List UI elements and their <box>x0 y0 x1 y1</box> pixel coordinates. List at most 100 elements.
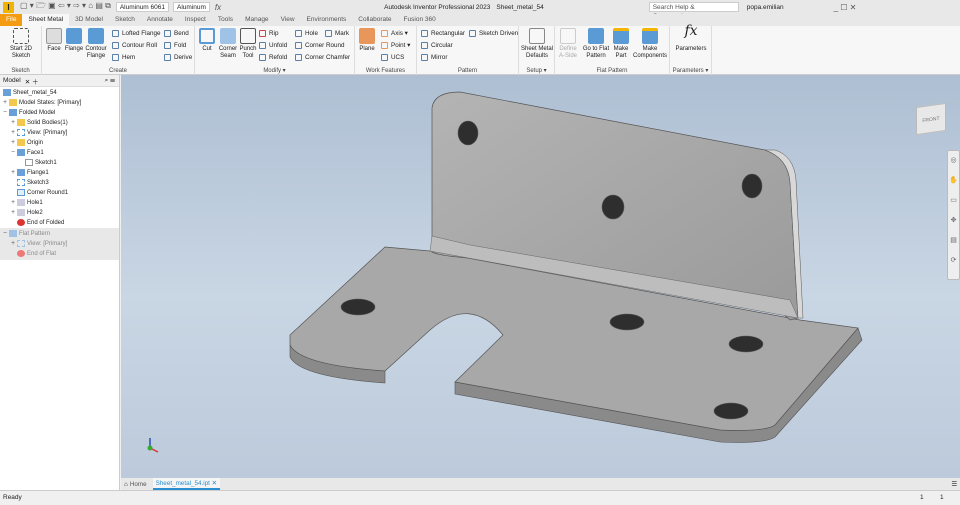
home-icon[interactable]: ⌂ <box>124 481 128 488</box>
inventor-logo[interactable]: I <box>3 1 14 13</box>
ucs-button[interactable]: UCS <box>381 54 404 61</box>
ucs-icon <box>381 54 388 61</box>
define-a-side-icon <box>560 28 576 44</box>
tree-node-face1[interactable]: − Face1 <box>11 149 44 156</box>
hole-icon <box>17 199 25 206</box>
tree-node-view[interactable]: + View: [Primary] <box>11 129 67 136</box>
sketch-driven-button[interactable]: Sketch Driven <box>469 30 518 37</box>
viewcube[interactable]: FRONT <box>916 102 946 136</box>
rectangular-pattern-button[interactable]: Rectangular <box>421 30 465 37</box>
tree-node-root[interactable]: Sheet_metal_54 <box>3 89 57 96</box>
hole <box>609 313 645 331</box>
refold-button[interactable]: Refold <box>259 54 287 61</box>
derive-button[interactable]: Derive <box>164 54 192 61</box>
tree-node-sketch3[interactable]: Sketch3 <box>17 179 49 186</box>
graphics-viewport[interactable]: FRONT ◎ ✋ ▭ ✥ ▤ ⟳ <box>121 75 960 478</box>
circular-pattern-button[interactable]: Circular <box>421 42 453 49</box>
tab-model[interactable]: Model <box>3 77 21 84</box>
tab-fusion-360[interactable]: Fusion 360 <box>398 14 442 26</box>
tree-node-flat-pattern[interactable]: − Flat Pattern <box>3 230 50 237</box>
make-components-button[interactable]: Make Components <box>631 28 669 60</box>
mirror-button[interactable]: Mirror <box>421 54 447 61</box>
tab-document[interactable]: Sheet_metal_54.ipt ✕ <box>152 478 220 490</box>
tab-tools[interactable]: Tools <box>212 14 239 26</box>
quick-access-icons[interactable]: ▢ ▾ 🗁 ▣ ⇦ ▾ ⇨ ▾ ⌂ ▤ ⧉ <box>20 0 111 14</box>
tree-node-hole2[interactable]: + Hole2 <box>11 209 43 216</box>
corner-seam-button[interactable]: Corner Seam <box>217 28 239 60</box>
hem-button[interactable]: Hem <box>112 54 135 61</box>
tab-sketch[interactable]: Sketch <box>109 14 141 26</box>
appearance-select[interactable]: Aluminum <box>173 2 210 12</box>
group-label[interactable]: Modify ▾ <box>195 67 354 74</box>
material-select[interactable]: Aluminum 6061 <box>115 2 169 12</box>
cut-button[interactable]: Cut <box>197 28 217 53</box>
status-count-2: 1 <box>940 494 944 501</box>
contour-flange-icon <box>88 28 104 44</box>
start-2d-sketch-button[interactable]: Start 2D Sketch <box>4 28 38 60</box>
unfold-button[interactable]: Unfold <box>259 42 287 49</box>
document-tabs: ⌂ Home Sheet_metal_54.ipt ✕ ☰ <box>121 478 960 490</box>
contour-roll-button[interactable]: Contour Roll <box>112 42 157 49</box>
close-icon[interactable]: ✕ ＋ <box>25 76 39 86</box>
rip-icon <box>259 30 266 37</box>
tab-inspect[interactable]: Inspect <box>179 14 212 26</box>
tree-node-solid-bodies[interactable]: + Solid Bodies(1) <box>11 119 68 126</box>
plane-button[interactable]: Plane <box>357 28 377 53</box>
lofted-flange-button[interactable]: Lofted Flange <box>112 30 161 37</box>
group-pattern: Rectangular Circular Mirror Sketch Drive… <box>417 26 519 75</box>
mark-button[interactable]: Mark <box>325 30 349 37</box>
search-input[interactable]: Search Help & Commands... <box>648 2 739 20</box>
corner-chamfer-button[interactable]: Corner Chamfer <box>295 54 350 61</box>
tree-node-flange1[interactable]: + Flange1 <box>11 169 49 176</box>
tree-node-origin[interactable]: + Origin <box>11 139 43 146</box>
tab-manage[interactable]: Manage <box>239 14 275 26</box>
tab-home[interactable]: Home <box>130 481 147 488</box>
define-a-side-button: Define A-Side <box>556 28 580 60</box>
tree-node-folded-model[interactable]: − Folded Model <box>3 109 55 116</box>
tree-node-end-of-flat[interactable]: End of Flat <box>17 250 56 257</box>
group-label: Flat Pattern <box>596 68 628 74</box>
point-button[interactable]: Point ▾ <box>381 42 410 49</box>
bend-button[interactable]: Bend <box>164 30 189 37</box>
tree-node-corner-round1[interactable]: Corner Round1 <box>17 189 68 196</box>
hole-icon <box>295 30 302 37</box>
triad-icon <box>147 438 159 453</box>
tab-sheet-metal[interactable]: Sheet Metal <box>22 14 70 26</box>
tree-node-flat-view[interactable]: + View: [Primary] <box>11 240 67 247</box>
contour-flange-button[interactable]: Contour Flange <box>84 28 108 60</box>
user-name[interactable]: popa.emilian <box>747 4 784 11</box>
sketch-icon <box>13 28 29 44</box>
tab-3d-model[interactable]: 3D Model <box>69 14 109 26</box>
search-menu-icons[interactable]: ⌕ ☰ <box>105 77 115 85</box>
corner-round-button[interactable]: Corner Round <box>295 42 345 49</box>
flange-button[interactable]: Flange <box>64 28 84 53</box>
face-button[interactable]: Face <box>44 28 64 53</box>
tree-node-model-states[interactable]: + Model States: [Primary] <box>3 99 81 106</box>
window-controls[interactable]: _ ☐ ✕ <box>834 3 857 12</box>
hole-button[interactable]: Hole <box>295 30 318 37</box>
tree-node-hole1[interactable]: + Hole1 <box>11 199 43 206</box>
tree-node-sketch1[interactable]: Sketch1 <box>25 159 57 166</box>
group-label: Create <box>108 68 127 74</box>
tree-node-end-of-folded[interactable]: End of Folded <box>17 219 64 226</box>
parameters-button[interactable]: fx Parameters <box>671 24 711 53</box>
make-part-button[interactable]: Make Part <box>611 28 631 60</box>
navigation-bar[interactable]: ◎ ✋ ▭ ✥ ▤ ⟳ <box>947 150 960 280</box>
tab-environments[interactable]: Environments <box>301 14 353 26</box>
tabs-menu-icon[interactable]: ☰ <box>951 481 957 488</box>
axis-button[interactable]: Axis ▾ <box>381 30 408 37</box>
sheet-metal-part[interactable] <box>121 75 960 478</box>
sheet-metal-defaults-button[interactable]: Sheet Metal Defaults <box>520 28 554 60</box>
tab-collaborate[interactable]: Collaborate <box>352 14 397 26</box>
defaults-icon <box>529 28 545 44</box>
rip-button[interactable]: Rip <box>259 30 278 37</box>
tab-annotate[interactable]: Annotate <box>141 14 179 26</box>
go-to-flat-pattern-button[interactable]: Go to Flat Pattern <box>581 28 611 60</box>
fx-icon[interactable]: fx <box>215 3 221 12</box>
tab-view[interactable]: View <box>275 14 301 26</box>
tab-file[interactable]: File <box>0 14 23 26</box>
group-label[interactable]: Setup ▾ <box>519 67 554 74</box>
punch-tool-button[interactable]: Punch Tool <box>239 28 257 60</box>
fold-button[interactable]: Fold <box>164 42 186 49</box>
group-label[interactable]: Parameters ▾ <box>670 67 711 74</box>
